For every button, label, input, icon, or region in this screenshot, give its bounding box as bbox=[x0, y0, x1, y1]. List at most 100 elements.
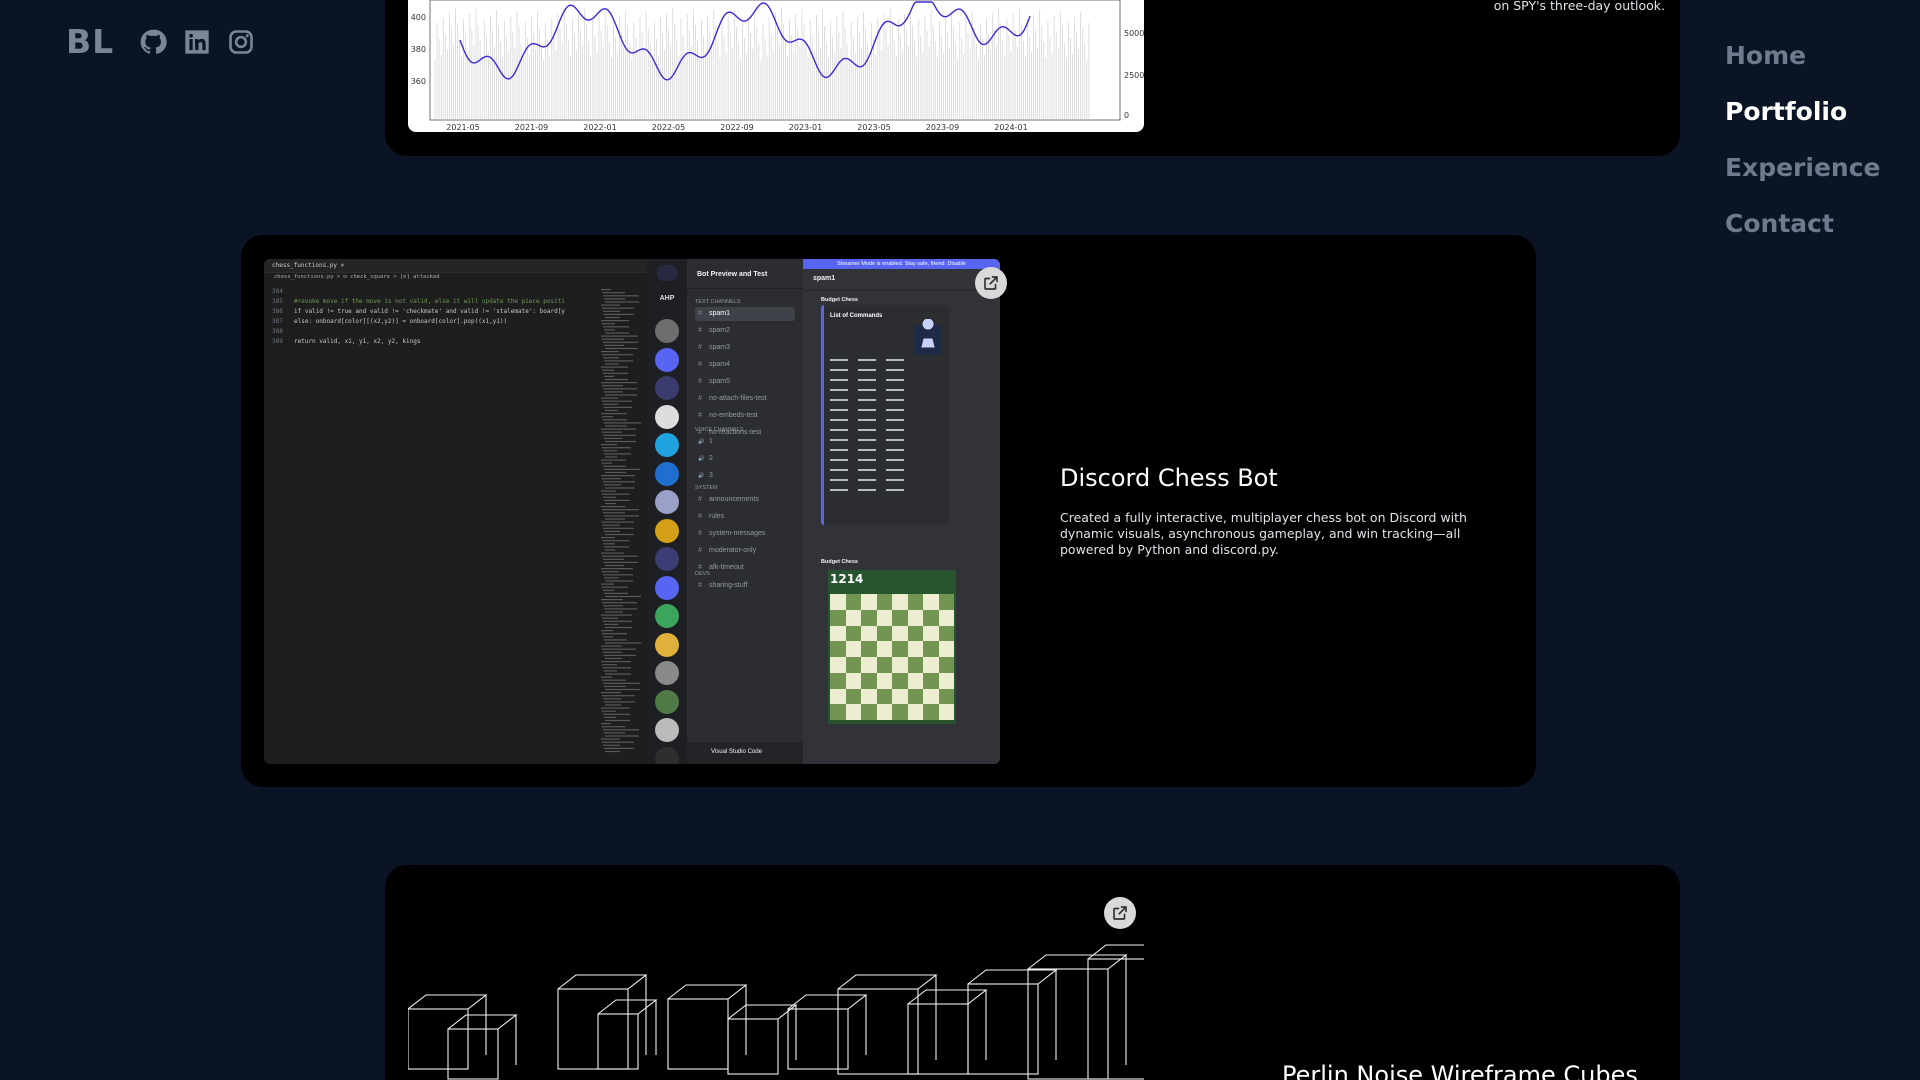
chess-board bbox=[830, 594, 954, 720]
chess-bot-screenshot: chess_functions.py × chess_functions.py … bbox=[264, 259, 1000, 764]
channel-item[interactable]: spam2 bbox=[695, 324, 795, 338]
wire-cube-top bbox=[837, 974, 938, 990]
board-square bbox=[876, 688, 892, 705]
channel-item[interactable]: 2 bbox=[695, 452, 795, 466]
board-square bbox=[830, 594, 846, 610]
server-icon[interactable] bbox=[655, 547, 679, 571]
server-icon[interactable] bbox=[655, 347, 679, 372]
channel-item[interactable]: moderator-only bbox=[695, 544, 795, 558]
board-square bbox=[892, 704, 908, 720]
y-tick-right: 0 bbox=[1124, 111, 1129, 120]
board-square bbox=[845, 641, 861, 657]
wire-cube-top bbox=[727, 1004, 798, 1020]
wire-cube-top bbox=[408, 994, 488, 1010]
server-icon[interactable] bbox=[655, 404, 679, 429]
nav-contact[interactable]: Contact bbox=[1725, 208, 1880, 239]
board-square bbox=[892, 688, 908, 705]
server-label: AHP bbox=[659, 295, 675, 302]
server-icon[interactable] bbox=[655, 604, 679, 628]
channel-item[interactable]: 3 bbox=[695, 469, 795, 483]
external-link-icon bbox=[984, 276, 998, 290]
spy-desc-tail: on SPY's three-day outlook. bbox=[1493, 0, 1665, 13]
server-icon[interactable] bbox=[655, 461, 679, 486]
board-square bbox=[892, 657, 908, 673]
board-square bbox=[907, 625, 923, 642]
channel-item[interactable]: rules bbox=[695, 510, 795, 524]
perlin-project-title: Perlin Noise Wireframe Cubes bbox=[1282, 1061, 1638, 1080]
wire-cube-top bbox=[667, 984, 748, 1000]
board-square bbox=[830, 672, 846, 689]
channel-item[interactable]: 1 bbox=[695, 435, 795, 449]
nav-experience[interactable]: Experience bbox=[1725, 152, 1880, 183]
board-square bbox=[845, 625, 861, 642]
nav-home[interactable]: Home bbox=[1725, 40, 1880, 71]
board-square bbox=[938, 625, 954, 642]
bot-name-1: Budget Chess bbox=[821, 297, 858, 303]
server-icon[interactable] bbox=[655, 661, 679, 685]
server-icon[interactable] bbox=[655, 689, 679, 714]
server-icon[interactable] bbox=[655, 632, 679, 657]
board-square bbox=[830, 688, 846, 705]
channel-item[interactable]: spam4 bbox=[695, 358, 795, 372]
server-icon[interactable] bbox=[655, 575, 679, 600]
server-icon[interactable] bbox=[655, 718, 679, 742]
channel-item[interactable]: spam1 bbox=[695, 307, 795, 321]
board-square bbox=[830, 704, 846, 720]
server-icon[interactable] bbox=[655, 376, 679, 400]
channel-item[interactable]: sharing-stuff bbox=[695, 579, 795, 593]
open-perlin-project-button[interactable] bbox=[1104, 897, 1136, 929]
board-square bbox=[845, 594, 861, 610]
x-tick-label: 2024-01 bbox=[994, 123, 1027, 132]
board-square bbox=[845, 672, 861, 689]
channel-item[interactable]: no-embeds-test bbox=[695, 409, 795, 423]
line-number: 389 bbox=[272, 338, 283, 345]
board-square bbox=[830, 657, 846, 673]
channel-item[interactable]: spam5 bbox=[695, 375, 795, 389]
server-name[interactable]: Bot Preview and Test bbox=[687, 259, 803, 289]
board-square bbox=[830, 641, 846, 657]
open-chess-project-button[interactable] bbox=[975, 267, 1007, 299]
board-square bbox=[845, 704, 861, 720]
channel-item[interactable]: announcements bbox=[695, 493, 795, 507]
board-square bbox=[892, 672, 908, 689]
server-icon[interactable] bbox=[655, 490, 679, 514]
channel-item[interactable]: system-messages bbox=[695, 527, 795, 541]
board-square bbox=[923, 704, 939, 720]
line-text: return valid, x1, y1, x2, y2, kings bbox=[294, 338, 421, 345]
line-text: if valid != true and valid != 'checkmate… bbox=[294, 308, 565, 315]
board-square bbox=[938, 704, 954, 720]
linkedin-link[interactable] bbox=[183, 28, 211, 56]
nav-portfolio[interactable]: Portfolio bbox=[1725, 96, 1880, 127]
board-square bbox=[861, 594, 877, 610]
github-link[interactable] bbox=[139, 28, 167, 56]
line-text: #revoke move if the move is not valid, e… bbox=[294, 298, 565, 305]
instagram-link[interactable] bbox=[227, 28, 255, 56]
perlin-wireframe-image bbox=[408, 889, 1144, 1080]
chess-project-description: Created a fully interactive, multiplayer… bbox=[1060, 510, 1467, 557]
server-icon[interactable] bbox=[655, 433, 679, 457]
board-square bbox=[845, 657, 861, 673]
server-icon[interactable] bbox=[655, 746, 679, 764]
server-icon[interactable] bbox=[655, 518, 679, 543]
vscode-pane: chess_functions.py × chess_functions.py … bbox=[264, 259, 647, 764]
board-square bbox=[938, 609, 954, 626]
cat-system: SYSTEM bbox=[695, 485, 718, 491]
board-square bbox=[876, 609, 892, 626]
board-square bbox=[876, 641, 892, 657]
x-tick-label: 2022-09 bbox=[720, 123, 753, 132]
board-square bbox=[923, 641, 939, 657]
cat-text: TEXT CHANNELS bbox=[695, 299, 741, 305]
line-number: 385 bbox=[272, 298, 283, 305]
board-square bbox=[907, 594, 923, 610]
channel-item[interactable]: afk-timeout bbox=[695, 561, 795, 575]
channel-item[interactable]: spam3 bbox=[695, 341, 795, 355]
board-square bbox=[830, 625, 846, 642]
code-line: 388 bbox=[272, 327, 647, 337]
channel-item[interactable]: no-attach-files-test bbox=[695, 392, 795, 406]
site-logo[interactable]: BL bbox=[66, 22, 114, 61]
board-square bbox=[892, 594, 908, 610]
wire-cube bbox=[837, 988, 919, 1075]
x-tick-label: 2023-01 bbox=[789, 123, 822, 132]
line-number: 384 bbox=[272, 288, 283, 295]
server-icon[interactable] bbox=[655, 319, 679, 343]
